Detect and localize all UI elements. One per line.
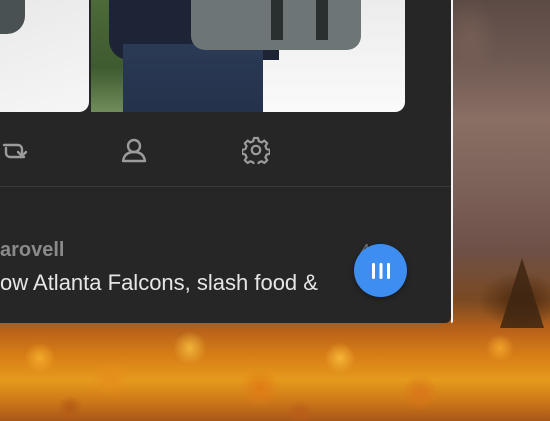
columns-fab-button[interactable]	[354, 244, 407, 297]
tweet-body: ow Atlanta Falcons, slash food &	[0, 270, 318, 295]
tweet-media-image[interactable]	[91, 0, 405, 112]
gear-icon[interactable]	[241, 136, 271, 167]
image-bag-strap	[271, 0, 283, 40]
section-divider	[0, 186, 451, 187]
retweet-icon[interactable]	[0, 136, 28, 164]
window-edge	[451, 0, 453, 323]
image-bag-strap	[316, 0, 328, 40]
columns-icon	[371, 262, 390, 279]
tweet-media-image[interactable]	[0, 0, 89, 112]
wallpaper-tree	[500, 258, 544, 328]
image-jeans	[123, 44, 263, 112]
wallpaper-foliage	[0, 318, 550, 421]
bag-strap-image-detail	[0, 0, 25, 34]
tweet-username[interactable]: arovell	[0, 239, 64, 262]
app-window: arovell 4 m ow Atlanta Falcons, slash fo…	[0, 0, 451, 323]
user-icon[interactable]	[120, 136, 148, 164]
